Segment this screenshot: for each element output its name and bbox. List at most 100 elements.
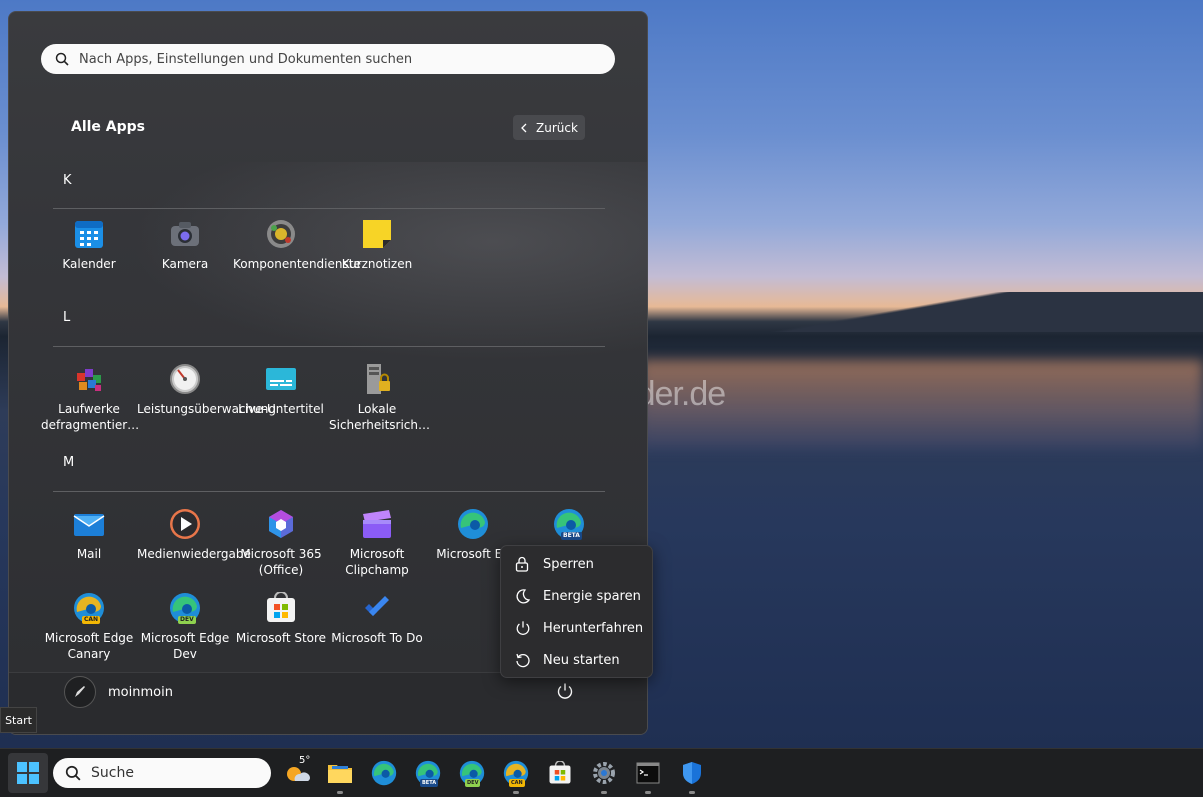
taskbar-search[interactable]: Suche — [53, 758, 271, 788]
taskbar-edge-canary[interactable]: CAN — [500, 757, 532, 794]
canary-badge: CAN — [509, 779, 525, 787]
app-label: Microsoft Clipchamp — [345, 547, 409, 577]
all-apps-title: Alle Apps — [71, 119, 146, 135]
app-leistungsueberwachung[interactable]: Leistungsüberwachung — [137, 363, 276, 417]
group-letter-m[interactable]: M — [63, 455, 74, 470]
app-lokale-sicherheitsrichtlinie[interactable]: Lokale Sicherheitsrich… — [329, 363, 431, 433]
app-laufwerke-defragmentieren[interactable]: Laufwerke defragmentier… — [41, 363, 140, 433]
taskbar-terminal[interactable] — [632, 757, 664, 794]
start-search-box[interactable]: Nach Apps, Einstellungen und Dokumenten … — [41, 44, 615, 74]
app-label: Microsoft Edge Canary — [44, 631, 134, 661]
search-icon — [55, 52, 69, 66]
running-indicator — [513, 791, 519, 794]
app-edge-canary[interactable]: CAN Microsoft Edge Canary — [41, 592, 137, 662]
pen-icon — [75, 686, 85, 697]
defender-icon — [683, 762, 701, 784]
app-label: Medienwiedergabe — [137, 547, 251, 561]
taskbar-settings[interactable] — [588, 757, 620, 794]
search-icon — [65, 765, 81, 781]
canary-badge: CAN — [82, 616, 101, 624]
power-menu-lock[interactable]: Sperren — [501, 548, 654, 580]
performance-monitor-icon — [169, 363, 201, 395]
group-letter-l[interactable]: L — [63, 310, 70, 325]
app-kurznotizen[interactable]: Kurznotizen — [329, 218, 425, 272]
taskbar-edge[interactable] — [368, 757, 400, 789]
weather-temp: 5° — [299, 755, 311, 766]
app-label: Laufwerke defragmentier… — [41, 402, 140, 432]
power-menu-shutdown[interactable]: Herunterfahren — [501, 612, 654, 644]
start-button[interactable] — [8, 753, 48, 793]
power-menu-label: Sperren — [543, 556, 594, 572]
windows-logo-icon — [17, 762, 39, 784]
camera-icon — [169, 218, 201, 250]
app-label: Lokale Sicherheitsrich… — [329, 402, 431, 432]
app-microsoft-edge-beta[interactable]: BETA — [521, 508, 617, 546]
app-label: Live-Untertitel — [238, 402, 324, 416]
calendar-icon — [73, 218, 105, 250]
taskbar-search-label: Suche — [91, 765, 134, 781]
app-label: Kamera — [161, 257, 209, 271]
todo-icon — [361, 592, 393, 624]
lock-icon — [515, 556, 529, 572]
power-menu-label: Neu starten — [543, 652, 620, 668]
power-menu-label: Energie sparen — [543, 588, 641, 604]
taskbar-defender[interactable] — [676, 757, 708, 794]
media-player-icon — [169, 508, 201, 540]
taskbar-weather[interactable]: 5° — [282, 755, 314, 789]
app-label: Kurznotizen — [341, 257, 413, 271]
app-label: Microsoft To Do — [331, 631, 423, 645]
power-button[interactable] — [556, 682, 574, 704]
mountain-silhouette — [640, 292, 1203, 332]
app-label: Microsoft Store — [235, 631, 327, 645]
defrag-icon — [73, 363, 105, 395]
component-services-icon — [265, 218, 297, 250]
app-label: Leistungsüberwachung — [137, 402, 276, 416]
power-menu-restart[interactable]: Neu starten — [501, 644, 654, 676]
chevron-left-icon — [521, 123, 527, 132]
back-label: Zurück — [536, 120, 578, 135]
app-mail[interactable]: Mail — [41, 508, 137, 562]
app-label: Mail — [76, 547, 102, 561]
store-icon — [549, 761, 571, 784]
taskbar-store[interactable] — [544, 757, 576, 789]
taskbar-edge-dev[interactable]: DEV — [456, 757, 488, 789]
app-kalender[interactable]: Kalender — [41, 218, 137, 272]
user-avatar[interactable] — [64, 676, 96, 708]
taskbar-edge-beta[interactable]: BETA — [412, 757, 444, 789]
app-label: Kalender — [62, 257, 116, 271]
store-icon — [265, 591, 297, 624]
local-security-policy-icon — [361, 363, 393, 395]
app-live-untertitel[interactable]: Live-Untertitel — [233, 363, 329, 417]
app-edge-dev[interactable]: DEV Microsoft Edge Dev — [137, 592, 233, 662]
live-captions-icon — [265, 363, 297, 395]
app-microsoft-to-do[interactable]: Microsoft To Do — [329, 592, 425, 646]
running-indicator — [689, 791, 695, 794]
app-microsoft-365[interactable]: Microsoft 365 (Office) — [233, 508, 329, 578]
taskbar-file-explorer[interactable] — [324, 757, 356, 794]
app-microsoft-store[interactable]: Microsoft Store — [233, 591, 329, 646]
app-medienwiedergabe[interactable]: Medienwiedergabe — [137, 508, 251, 562]
back-button[interactable]: Zurück — [513, 115, 585, 140]
terminal-icon — [636, 762, 660, 784]
m365-icon — [265, 508, 297, 540]
power-menu-sleep[interactable]: Energie sparen — [501, 580, 654, 612]
app-label: Komponentendienste — [233, 257, 361, 271]
group-divider — [53, 491, 605, 492]
sleep-icon — [516, 589, 531, 604]
edge-canary-icon: CAN — [73, 592, 105, 624]
edge-dev-icon: DEV — [169, 592, 201, 624]
group-letter-k[interactable]: K — [63, 173, 72, 188]
clipchamp-icon — [361, 508, 393, 540]
user-name[interactable]: moinmoin — [108, 685, 173, 700]
edge-icon — [371, 760, 397, 786]
app-kamera[interactable]: Kamera — [137, 218, 233, 272]
power-menu-label: Herunterfahren — [543, 620, 644, 636]
restart-icon — [516, 653, 530, 668]
group-divider — [53, 208, 605, 209]
running-indicator — [337, 791, 343, 794]
file-explorer-icon — [328, 765, 352, 783]
edge-beta-icon: BETA — [553, 508, 585, 540]
app-komponentendienste[interactable]: Komponentendienste — [233, 218, 361, 272]
app-clipchamp[interactable]: Microsoft Clipchamp — [329, 508, 425, 578]
edge-icon — [457, 508, 489, 540]
